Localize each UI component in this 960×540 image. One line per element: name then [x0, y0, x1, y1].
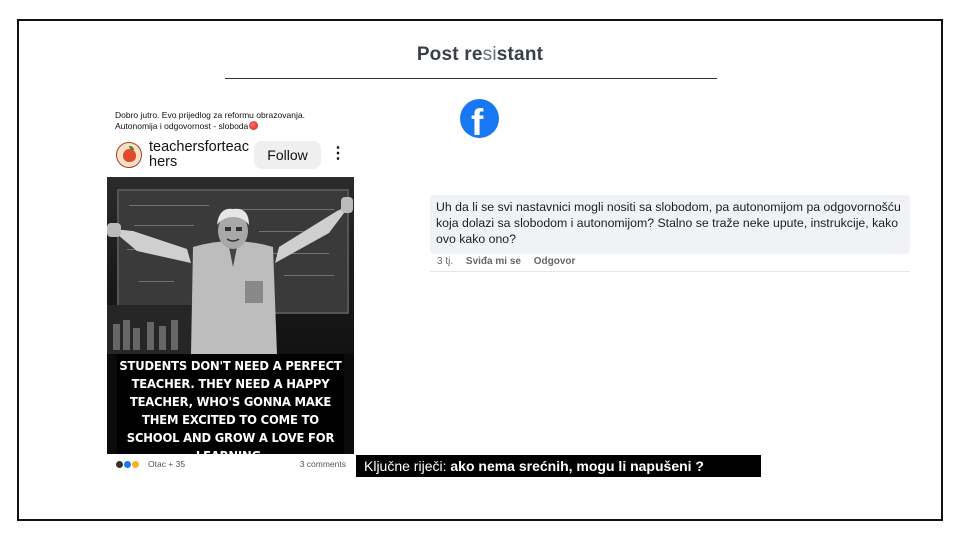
apple-emoji-icon [249, 121, 259, 130]
account-avatar[interactable] [116, 142, 142, 168]
reply-comment-button[interactable]: Odgovor [534, 256, 576, 267]
comment-actions: 3 tj. Sviđa mi se Odgovor [437, 256, 585, 267]
reaction-icons[interactable] [115, 459, 140, 470]
slide-title: Post resistant [416, 44, 544, 65]
post-caption: Dobro jutro. Evo prijedlog za reformu ob… [115, 110, 365, 132]
follow-button[interactable]: Follow [254, 141, 321, 169]
facebook-logo-icon: f [460, 99, 499, 138]
reaction-names[interactable]: Otac + 35 [148, 459, 185, 469]
comment-time[interactable]: 3 tj. [437, 256, 453, 267]
comment-text: Uh da li se svi nastavnici mogli nositi … [436, 200, 901, 246]
teacher-figure [107, 197, 353, 354]
title-divider [225, 78, 717, 79]
keywords-text: ako nema srećnih, mogu li napušeni ? [450, 458, 704, 474]
post-footer: Otac + 35 3 comments [113, 456, 354, 474]
haha-reaction-icon [131, 460, 140, 470]
apple-icon [123, 149, 136, 162]
caption-line-2: Autonomija i odgovornost - sloboda [115, 121, 249, 131]
caption-line-1: Dobro jutro. Evo prijedlog za reformu ob… [115, 110, 305, 120]
comments-count[interactable]: 3 comments [300, 459, 346, 469]
comment-bubble: Uh da li se svi nastavnici mogli nositi … [430, 195, 910, 254]
keywords-label: Ključne riječi: [364, 458, 451, 474]
keywords-caption: Ključne riječi: ako nema srećnih, mogu l… [356, 455, 761, 477]
teacher-photo [107, 177, 354, 354]
account-handle[interactable]: teachersforteachers [149, 140, 249, 170]
quote-text: STUDENTS DON'T NEED A PERFECT TEACHER. T… [116, 354, 345, 454]
more-options-icon[interactable]: ⋮ [329, 143, 347, 167]
post-header: teachersforteachers Follow ⋮ [113, 137, 354, 174]
post-image[interactable]: STUDENTS DON'T NEED A PERFECT TEACHER. T… [107, 177, 354, 454]
like-comment-button[interactable]: Sviđa mi se [466, 256, 521, 267]
comment-divider [430, 271, 910, 272]
